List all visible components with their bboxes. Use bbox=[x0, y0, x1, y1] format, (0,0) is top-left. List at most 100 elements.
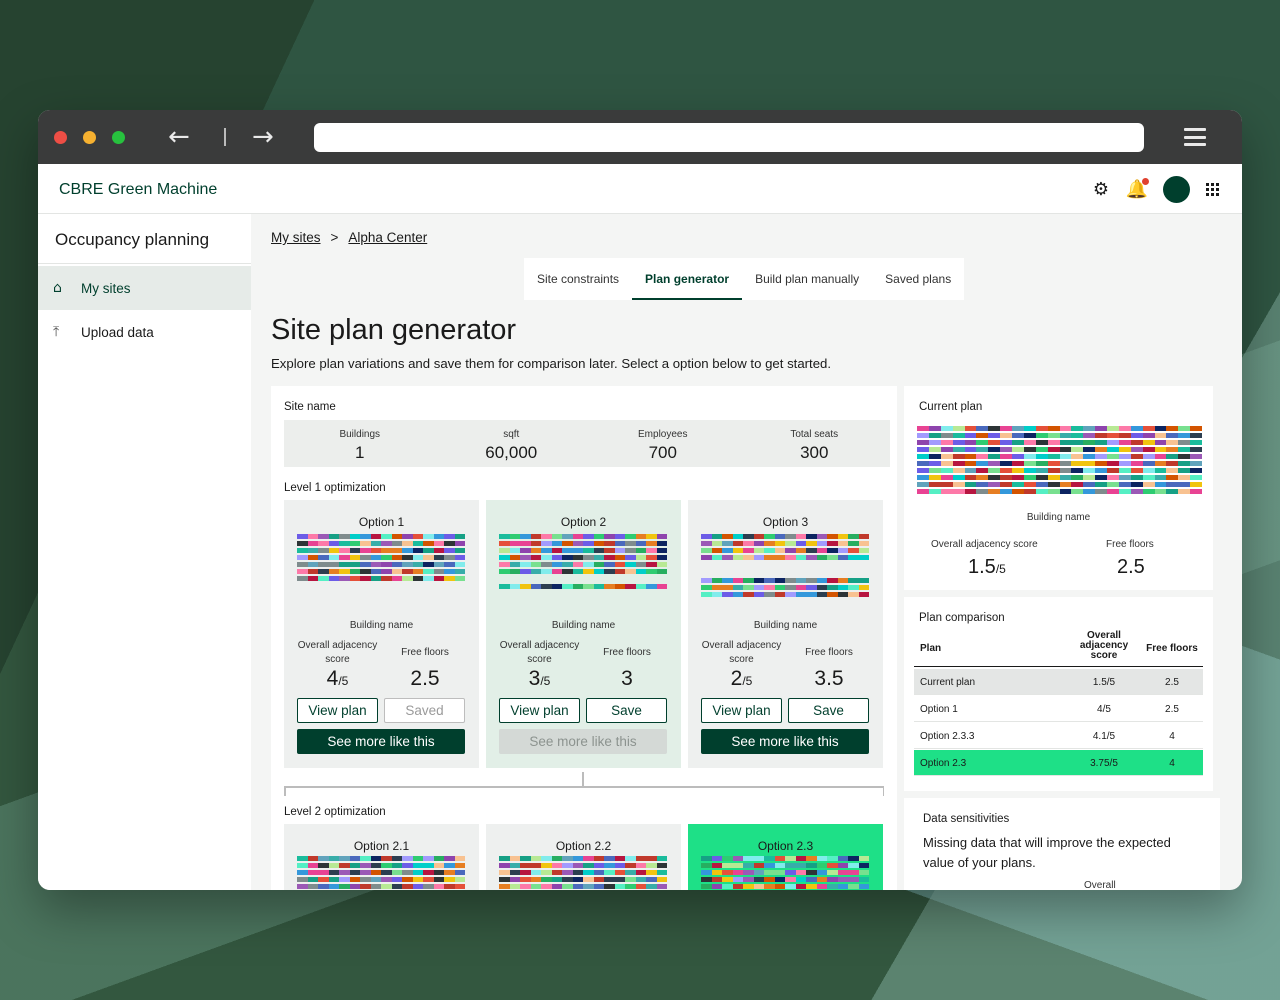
free-floors-label: Free floors bbox=[1106, 539, 1154, 550]
score-denominator: /5 bbox=[742, 674, 753, 688]
cell-score: 4.1/5 bbox=[1092, 731, 1116, 742]
browser-chrome: ← → bbox=[38, 110, 1242, 164]
tab-site-constraints[interactable]: Site constraints bbox=[524, 258, 632, 300]
adjacency-score-label: Overall adjacency score bbox=[701, 640, 782, 665]
close-window-button[interactable] bbox=[54, 131, 67, 144]
browser-window: ← → CBRE Green Machine ⚙ 🔔 Occupancy pla… bbox=[38, 110, 1242, 890]
data-sensitivities-text: Missing data that will improve the expec… bbox=[923, 835, 1171, 870]
view-plan-button[interactable]: View plan bbox=[701, 698, 782, 723]
floor-row bbox=[499, 584, 667, 589]
floor-row bbox=[297, 548, 465, 553]
avatar[interactable] bbox=[1163, 176, 1190, 203]
floor-row bbox=[701, 870, 869, 875]
adjacency-score-value: 4/5 bbox=[294, 667, 381, 691]
option-2-2-card[interactable]: Option 2.2 bbox=[486, 824, 681, 890]
stat-label: sqft bbox=[503, 429, 520, 440]
site-name-label: Site name bbox=[284, 401, 336, 413]
data-sensitivities-title: Data sensitivities bbox=[923, 813, 1010, 825]
adjacency-score-value: 1.5/5 bbox=[968, 556, 1006, 579]
save-button[interactable]: Save bbox=[586, 698, 667, 723]
view-plan-button[interactable]: View plan bbox=[297, 698, 378, 723]
minimize-window-button[interactable] bbox=[83, 131, 96, 144]
table-row[interactable]: Option 2.3.3 4.1/5 4 bbox=[914, 723, 1203, 749]
view-plan-button[interactable]: View plan bbox=[499, 698, 580, 723]
brand-name: CBRE Green Machine bbox=[59, 181, 218, 198]
table-row[interactable]: Current plan 1.5/5 2.5 bbox=[914, 669, 1203, 695]
floor-row bbox=[701, 578, 869, 583]
level1-label: Level 1 optimization bbox=[284, 482, 386, 494]
cell-plan: Option 1 bbox=[920, 704, 958, 715]
floor-row bbox=[297, 884, 465, 889]
see-more-button[interactable]: See more like this bbox=[701, 729, 869, 754]
hamburger-icon[interactable] bbox=[1184, 128, 1206, 146]
apps-grid-icon[interactable] bbox=[1206, 182, 1220, 197]
option-2-3-card[interactable]: Option 2.3 bbox=[688, 824, 883, 890]
app-header: CBRE Green Machine ⚙ 🔔 bbox=[38, 164, 1242, 214]
tab-saved-plans[interactable]: Saved plans bbox=[872, 258, 964, 300]
sidebar-item-upload-data[interactable]: ⤒ Upload data bbox=[38, 310, 251, 354]
floor-row bbox=[917, 447, 1202, 452]
score-number: 4 bbox=[326, 667, 339, 690]
see-more-button[interactable]: See more like this bbox=[499, 729, 667, 754]
free-floors-value: 3.5 bbox=[814, 667, 844, 690]
tab-build-plan-manually[interactable]: Build plan manually bbox=[742, 258, 872, 300]
floor-row bbox=[499, 863, 667, 868]
site-stats: Buildings 1 sqft 60,000 Employees 700 Total… bbox=[284, 420, 890, 467]
tab-plan-generator[interactable]: Plan generator bbox=[632, 258, 743, 300]
breadcrumb-alpha-center[interactable]: Alpha Center bbox=[348, 230, 427, 245]
bell-icon[interactable]: 🔔 bbox=[1126, 176, 1150, 200]
floor-plan-preview bbox=[917, 426, 1202, 494]
floor-row bbox=[499, 877, 667, 882]
cell-plan: Option 2.3.3 bbox=[920, 731, 975, 742]
stat-sqft: sqft 60,000 bbox=[436, 420, 588, 467]
floor-row bbox=[297, 877, 465, 882]
option-title: Option 3 bbox=[762, 515, 809, 529]
save-button[interactable]: Save bbox=[788, 698, 869, 723]
notification-badge bbox=[1141, 176, 1150, 186]
adjacency-score-value: 2/5 bbox=[698, 667, 785, 691]
option-2-card[interactable]: Option 2 Building name Overall adjacency… bbox=[486, 500, 681, 768]
floor-plan-preview bbox=[701, 856, 869, 890]
floor-plan-preview bbox=[499, 856, 667, 890]
maximize-window-button[interactable] bbox=[112, 131, 125, 144]
table-row[interactable]: Option 2.3 3.75/5 4 bbox=[914, 750, 1203, 776]
floor-row bbox=[297, 555, 465, 560]
table-row[interactable]: Option 1 4/5 2.5 bbox=[914, 696, 1203, 722]
score-denominator: /5 bbox=[995, 562, 1006, 576]
stat-value: 300 bbox=[800, 443, 829, 462]
see-more-button[interactable]: See more like this bbox=[297, 729, 465, 754]
score-number: 2 bbox=[730, 667, 743, 690]
floor-row bbox=[917, 433, 1202, 438]
floor-row bbox=[297, 534, 465, 539]
plan-comparison-title: Plan comparison bbox=[919, 612, 1005, 624]
stat-buildings: Buildings 1 bbox=[284, 420, 436, 467]
gear-icon[interactable]: ⚙ bbox=[1091, 179, 1111, 200]
breadcrumb-my-sites[interactable]: My sites bbox=[271, 230, 321, 245]
floor-row bbox=[297, 870, 465, 875]
sidebar-item-my-sites[interactable]: ⌂ My sites bbox=[38, 266, 251, 310]
stat-value: 1 bbox=[355, 443, 365, 462]
page-title: Site plan generator bbox=[271, 314, 517, 346]
floor-row bbox=[297, 562, 465, 567]
floor-row bbox=[917, 454, 1202, 459]
tab-bar: Site constraints Plan generator Build pl… bbox=[524, 258, 965, 300]
sidebar-item-label: Upload data bbox=[81, 324, 154, 340]
floor-plan-preview bbox=[499, 534, 667, 589]
option-2-1-card[interactable]: Option 2.1 bbox=[284, 824, 479, 890]
generator-panel: Site name Buildings 1 sqft 60,000 Employee… bbox=[271, 386, 897, 890]
adjacency-score-label: Overall adjacency score bbox=[297, 640, 378, 665]
floor-row bbox=[499, 870, 667, 875]
floor-row bbox=[701, 585, 869, 590]
arrow-right-icon[interactable]: → bbox=[252, 122, 274, 152]
saved-button[interactable]: Saved bbox=[384, 698, 465, 723]
cell-floors: 4 bbox=[1169, 731, 1175, 742]
cell-floors: 2.5 bbox=[1165, 704, 1179, 715]
floor-row bbox=[701, 541, 869, 546]
option-1-card[interactable]: Option 1 Building name Overall adjacency… bbox=[284, 500, 479, 768]
arrow-left-icon[interactable]: ← bbox=[168, 122, 190, 152]
cell-plan: Current plan bbox=[920, 677, 976, 688]
floor-row bbox=[499, 569, 667, 574]
address-bar[interactable] bbox=[314, 123, 1144, 152]
option-3-card[interactable]: Option 3 Building name Overall adjacency… bbox=[688, 500, 883, 768]
header-floors: Free floors bbox=[1146, 643, 1198, 654]
